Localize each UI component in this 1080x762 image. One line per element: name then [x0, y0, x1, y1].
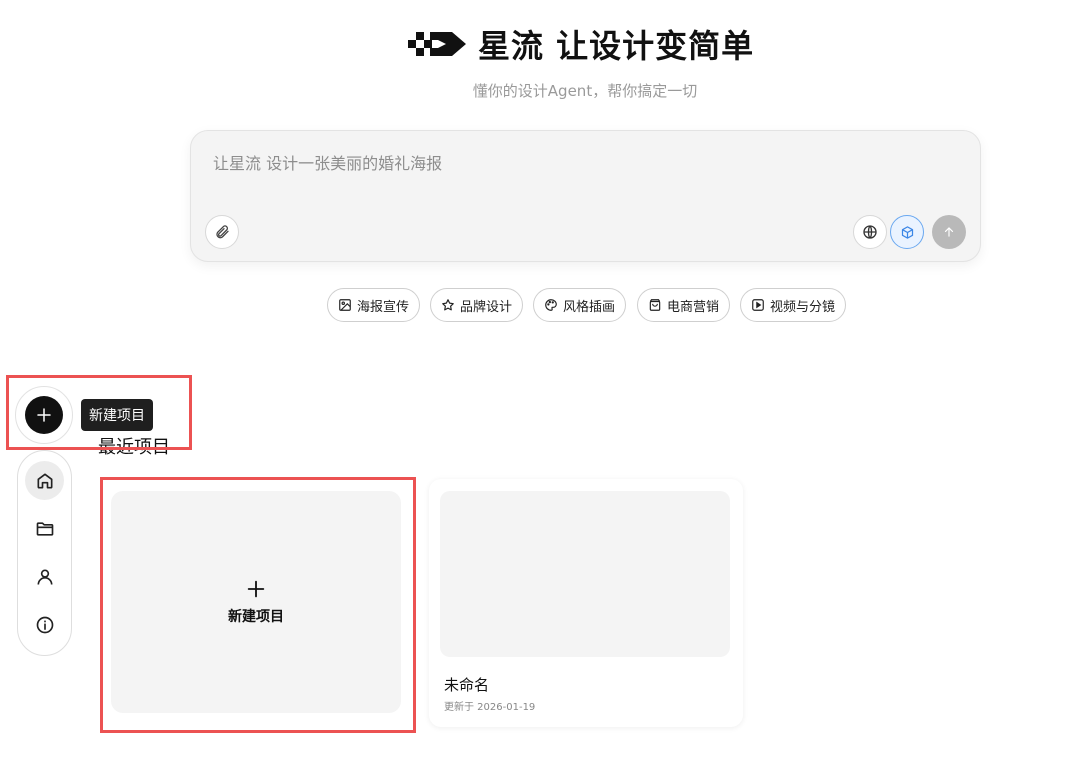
paperclip-icon: [216, 225, 229, 239]
globe-icon: [863, 225, 877, 239]
send-button[interactable]: [932, 215, 966, 249]
arrow-up-icon: [944, 227, 954, 237]
sidebar-item-about[interactable]: [25, 605, 64, 644]
prompt-input[interactable]: [211, 147, 955, 179]
chip-label: 电商营销: [667, 299, 720, 315]
chip-label: 视频与分镜: [770, 299, 836, 315]
highlight-box-fab: [6, 375, 192, 450]
home-icon: [37, 473, 53, 488]
chip-brand[interactable]: 品牌设计: [430, 288, 524, 322]
play-icon: [752, 299, 764, 311]
model-toggle-button[interactable]: [890, 215, 924, 249]
sidebar-item-profile[interactable]: [25, 557, 64, 596]
page-title: 星流 让设计变简单: [478, 27, 755, 65]
project-thumbnail: [440, 491, 730, 657]
sidebar-item-home[interactable]: [25, 461, 64, 500]
image-icon: [339, 299, 351, 311]
chip-ecommerce[interactable]: 电商营销: [637, 288, 731, 322]
brand-header: 星流 让设计变简单: [408, 22, 754, 66]
sidebar-nav: [17, 450, 72, 656]
prompt-box: [190, 130, 981, 262]
palette-icon: [545, 299, 557, 311]
chip-poster[interactable]: 海报宣传: [327, 288, 421, 322]
star-icon: [442, 299, 454, 311]
web-search-button[interactable]: [853, 215, 887, 249]
page-subtitle: 懂你的设计Agent，帮你搞定一切: [472, 82, 698, 100]
chip-label: 海报宣传: [357, 299, 410, 315]
chip-label: 品牌设计: [460, 299, 513, 315]
info-icon: [36, 616, 53, 633]
project-updated-date: 更新于 2026-01-19: [444, 702, 536, 713]
chip-label: 风格插画: [563, 299, 616, 315]
sidebar-item-projects[interactable]: [25, 509, 64, 548]
chip-illustration[interactable]: 风格插画: [533, 288, 627, 322]
chip-video[interactable]: 视频与分镜: [740, 288, 847, 322]
shopping-bag-icon: [649, 299, 661, 311]
user-icon: [37, 569, 52, 585]
highlight-box-new-card: [100, 477, 416, 733]
folder-icon: [36, 521, 53, 536]
project-card[interactable]: 未命名 更新于 2026-01-19: [429, 479, 743, 727]
attach-button[interactable]: [205, 215, 239, 249]
xingliu-logo-icon: [408, 32, 466, 56]
project-name: 未命名: [444, 676, 490, 694]
cube-icon: [901, 225, 913, 239]
